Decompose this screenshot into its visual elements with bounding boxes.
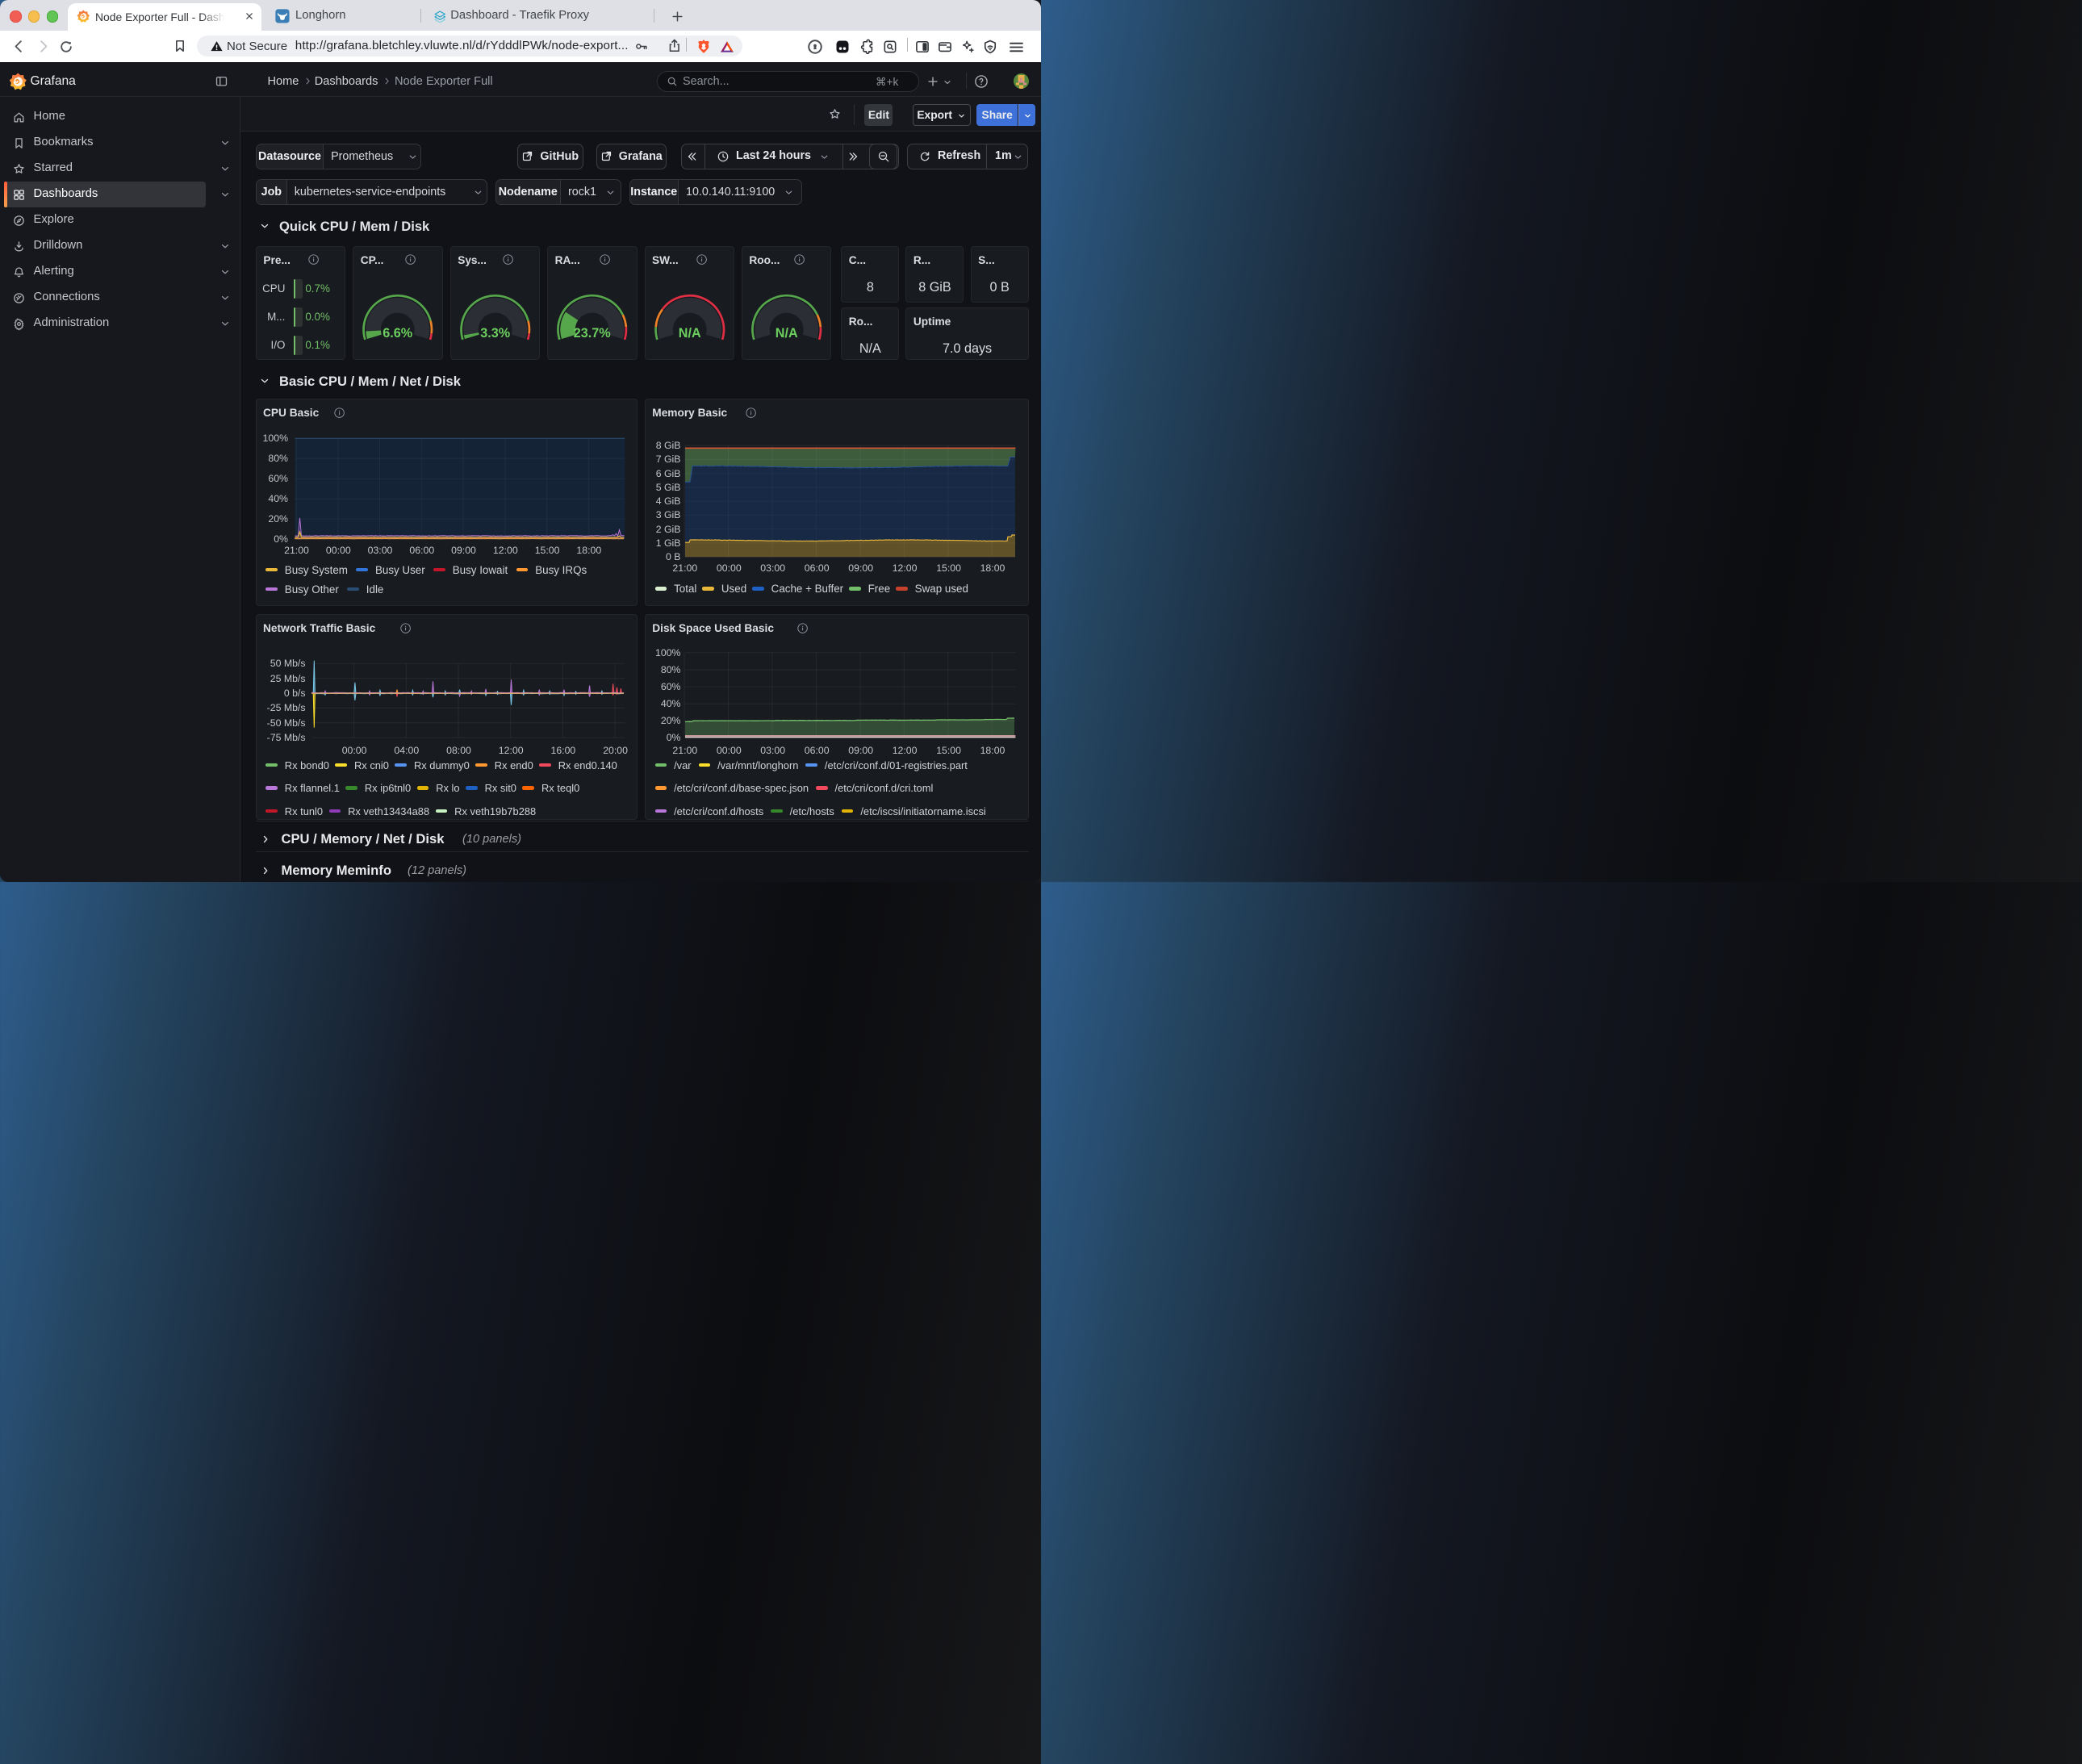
svg-text:23.7%: 23.7% [574,326,611,341]
svg-text:6.6%: 6.6% [383,326,413,341]
svg-text:N/A: N/A [678,326,700,341]
svg-text:3.3%: 3.3% [480,326,510,341]
svg-text:N/A: N/A [776,326,798,341]
